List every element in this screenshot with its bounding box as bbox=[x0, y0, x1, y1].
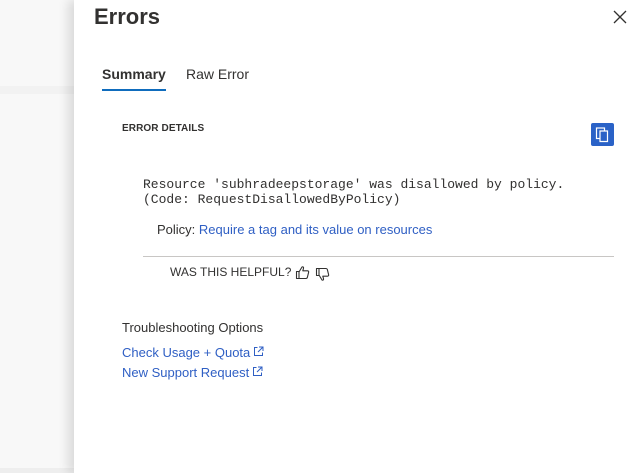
check-usage-quota-label[interactable]: Check Usage + Quota bbox=[122, 345, 250, 360]
error-details-heading: ERROR DETAILS bbox=[122, 123, 205, 134]
external-link-icon bbox=[254, 346, 264, 356]
troubleshooting-heading: Troubleshooting Options bbox=[122, 320, 264, 335]
tab-summary[interactable]: Summary bbox=[102, 66, 166, 91]
policy-label: Policy: bbox=[157, 222, 196, 237]
divider bbox=[143, 256, 614, 257]
thumbs-up-icon[interactable] bbox=[295, 265, 310, 280]
new-support-request-link[interactable]: New Support Request bbox=[122, 365, 263, 380]
copy-button[interactable] bbox=[591, 123, 614, 146]
tab-raw-error[interactable]: Raw Error bbox=[186, 66, 249, 89]
external-link-icon bbox=[253, 366, 263, 376]
policy-link[interactable]: Require a tag and its value on resources bbox=[199, 222, 432, 237]
check-usage-quota-link[interactable]: Check Usage + Quota bbox=[122, 345, 264, 360]
thumbs-down-icon[interactable] bbox=[315, 267, 330, 282]
policy-row: Policy: Require a tag and its value on r… bbox=[157, 222, 432, 237]
panel-title: Errors bbox=[94, 4, 161, 29]
errors-panel: Errors Summary Raw Error ERROR DETAILS R… bbox=[74, 0, 635, 473]
copy-icon bbox=[595, 127, 609, 143]
background-footer bbox=[0, 468, 74, 473]
background-page bbox=[0, 0, 74, 473]
close-icon[interactable] bbox=[612, 9, 628, 25]
new-support-request-label[interactable]: New Support Request bbox=[122, 365, 249, 380]
error-message: Resource 'subhradeepstorage' was disallo… bbox=[143, 177, 565, 207]
background-divider bbox=[0, 86, 74, 94]
helpful-question: WAS THIS HELPFUL? bbox=[170, 265, 292, 279]
